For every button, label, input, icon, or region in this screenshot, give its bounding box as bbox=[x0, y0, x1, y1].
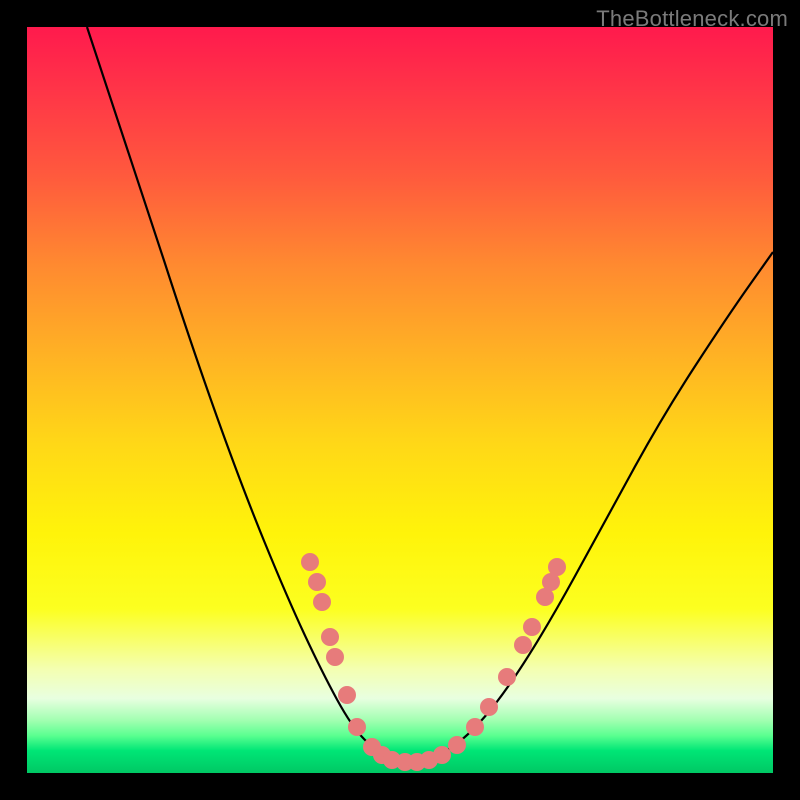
marker-dot bbox=[433, 746, 451, 764]
marker-dot bbox=[514, 636, 532, 654]
marker-dot bbox=[480, 698, 498, 716]
marker-dot bbox=[338, 686, 356, 704]
marker-dot bbox=[321, 628, 339, 646]
marker-dot bbox=[313, 593, 331, 611]
marker-dot bbox=[448, 736, 466, 754]
marker-dot bbox=[348, 718, 366, 736]
marker-dot bbox=[308, 573, 326, 591]
bottleneck-curve bbox=[87, 27, 773, 762]
marker-dot bbox=[326, 648, 344, 666]
marker-dot bbox=[301, 553, 319, 571]
bottleneck-curve-plot bbox=[27, 27, 773, 773]
watermark-text: TheBottleneck.com bbox=[596, 6, 788, 32]
marker-dot bbox=[466, 718, 484, 736]
curve-markers bbox=[301, 553, 566, 771]
marker-dot bbox=[548, 558, 566, 576]
marker-dot bbox=[498, 668, 516, 686]
chart-frame bbox=[27, 27, 773, 773]
marker-dot bbox=[523, 618, 541, 636]
